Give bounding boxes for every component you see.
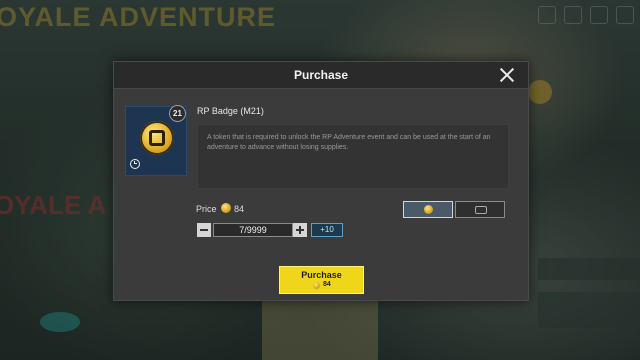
item-description: A token that is required to unlock the R… bbox=[207, 134, 491, 151]
item-description-box: A token that is required to unlock the R… bbox=[197, 124, 509, 189]
currency-selector bbox=[403, 201, 507, 219]
coin-icon bbox=[221, 203, 231, 213]
currency-tab-uc[interactable] bbox=[455, 201, 505, 218]
dialog-title: Purchase bbox=[293, 68, 349, 82]
increase-quantity-button[interactable] bbox=[293, 223, 307, 237]
close-button[interactable] bbox=[498, 66, 516, 84]
decrease-quantity-button[interactable] bbox=[197, 223, 211, 237]
item-card: 21 bbox=[125, 105, 187, 176]
price-value: 84 bbox=[234, 204, 245, 214]
price-label: Price bbox=[196, 204, 217, 214]
item-name: RP Badge (M21) bbox=[197, 106, 264, 116]
purchase-dialog: Purchase 21 RP Badge (M21) A token that … bbox=[113, 61, 529, 301]
currency-tab-coin[interactable] bbox=[403, 201, 453, 218]
coin-icon bbox=[313, 282, 320, 289]
rp-badge-icon bbox=[140, 121, 174, 155]
uc-icon bbox=[475, 206, 487, 214]
quantity-field[interactable]: 7/9999 bbox=[213, 223, 293, 237]
dialog-header: Purchase bbox=[114, 62, 528, 89]
purchase-button-label: Purchase bbox=[301, 270, 342, 280]
coin-icon bbox=[424, 205, 433, 214]
quantity-stepper: 7/9999 +10 bbox=[197, 223, 343, 237]
purchase-button-amount: 84 bbox=[323, 281, 331, 288]
purchase-button[interactable]: Purchase 84 bbox=[279, 266, 364, 294]
clock-icon bbox=[130, 159, 140, 169]
item-level-badge: 21 bbox=[169, 105, 186, 122]
plus-ten-button[interactable]: +10 bbox=[311, 223, 343, 237]
